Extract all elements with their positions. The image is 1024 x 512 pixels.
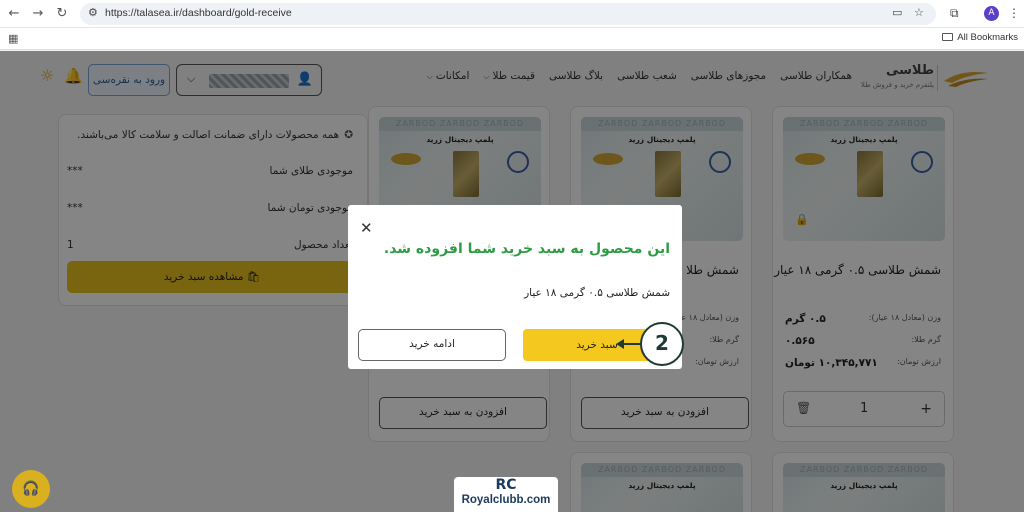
step-number-badge: 2: [640, 322, 684, 366]
annotation-arrow-head: [616, 339, 624, 349]
back-icon[interactable]: ←: [6, 6, 22, 22]
address-bar[interactable]: ⚙ https://talasea.ir/dashboard/gold-rece…: [80, 3, 936, 25]
annotation-arrow: [622, 343, 642, 345]
star-icon[interactable]: ☆: [914, 6, 924, 19]
folder-icon: [942, 33, 954, 41]
url-text: https://talasea.ir/dashboard/gold-receiv…: [105, 7, 292, 19]
continue-shopping-button[interactable]: ادامه خرید: [358, 329, 506, 361]
bookmarks-bar: ▦ All Bookmarks: [0, 28, 1024, 50]
all-bookmarks-label: All Bookmarks: [957, 32, 1018, 43]
dialog-product-name: شمش طلاسی ۰.۵ گرمی ۱۸ عیار: [524, 287, 670, 299]
install-app-icon[interactable]: ▭: [892, 6, 902, 19]
close-icon[interactable]: ✕: [360, 219, 373, 237]
profile-avatar[interactable]: A: [984, 6, 999, 21]
all-bookmarks[interactable]: All Bookmarks: [942, 32, 1018, 43]
site-info-icon[interactable]: ⚙: [88, 6, 98, 19]
forward-icon[interactable]: →: [30, 6, 46, 22]
watermark-mark: RC: [495, 477, 517, 493]
apps-grid-icon[interactable]: ▦: [8, 32, 18, 45]
reload-icon[interactable]: ↻: [54, 6, 70, 22]
extensions-icon[interactable]: ⧉: [950, 6, 959, 21]
dialog-message: این محصول به سبد خرید شما افزوده شد.: [383, 241, 670, 257]
headset-support-icon[interactable]: 🎧: [12, 470, 50, 508]
menu-kebab-icon[interactable]: ⋮: [1008, 6, 1020, 20]
watermark-logo: RC Royalclubb.com: [454, 477, 558, 512]
watermark-site: Royalclubb.com: [461, 494, 551, 506]
browser-toolbar: ← → ↻ ⚙ https://talasea.ir/dashboard/gol…: [0, 0, 1024, 28]
